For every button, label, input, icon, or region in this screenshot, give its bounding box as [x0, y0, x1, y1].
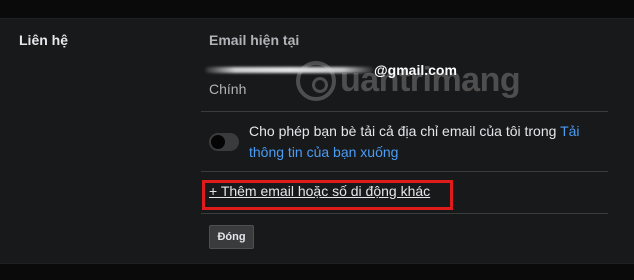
highlight-annotation-box	[202, 180, 453, 210]
toggle-knob	[211, 135, 225, 149]
close-button[interactable]: Đóng	[209, 225, 254, 249]
divider	[201, 111, 608, 112]
current-email-heading: Email hiện tại	[209, 32, 300, 48]
watermark-q-icon	[296, 61, 336, 101]
share-email-description: Cho phép bạn bè tải cả địa chỉ email của…	[249, 121, 613, 163]
share-email-text: Cho phép bạn bè tải cả địa chỉ email của…	[249, 123, 561, 139]
contact-settings-panel: Liên hệ Email hiện tại @gmail.com Chính …	[0, 18, 634, 264]
divider	[201, 171, 608, 172]
divider	[201, 213, 608, 214]
section-label: Liên hệ	[19, 32, 69, 48]
share-email-toggle[interactable]	[209, 133, 239, 151]
watermark-text: uantrimang	[340, 61, 521, 99]
watermark-logo: uantrimang	[296, 57, 526, 111]
email-type-label: Chính	[209, 81, 247, 97]
